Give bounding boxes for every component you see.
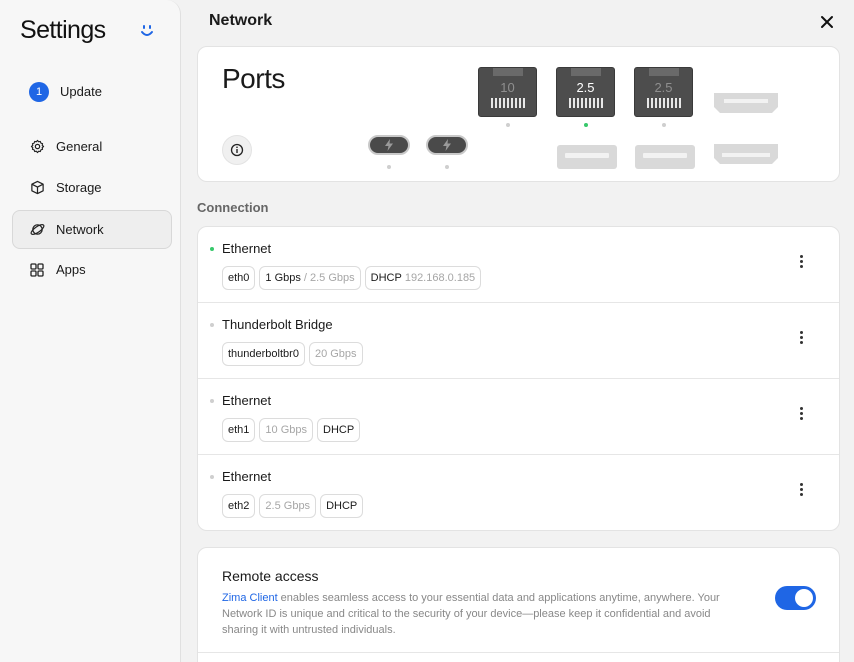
- connection-status-dot: [210, 323, 214, 327]
- description-text: enables seamless access to your essentia…: [222, 592, 720, 636]
- usb-port: [557, 145, 617, 169]
- more-options-icon[interactable]: [796, 483, 806, 501]
- remote-access-toggle[interactable]: [775, 586, 816, 610]
- ports-card: Ports 10 2.5 2.5: [197, 46, 840, 182]
- port-status-dot: [662, 123, 666, 127]
- sidebar-item-label: General: [56, 139, 103, 154]
- connection-row[interactable]: Thunderbolt Bridge thunderboltbr0 20 Gbp…: [198, 303, 839, 379]
- update-count-badge: 1: [29, 81, 49, 102]
- speed-chip: 10 Gbps: [259, 418, 314, 442]
- sidebar-item-general[interactable]: General: [12, 127, 172, 166]
- connection-row[interactable]: Ethernet eth2 2.5 Gbps DHCP: [198, 455, 839, 531]
- planet-icon: [29, 222, 45, 238]
- sidebar-item-label: Network: [56, 222, 104, 237]
- ethernet-port: 10: [478, 67, 537, 117]
- speed-chip: 20 Gbps: [308, 342, 363, 366]
- port-speed-label: 10: [500, 80, 515, 95]
- dhcp-label: DHCP: [370, 272, 402, 284]
- sidebar-item-label: Apps: [56, 262, 86, 277]
- hdmi-port: [714, 144, 778, 164]
- sidebar-item-label: Update: [60, 84, 102, 99]
- sidebar-item-update[interactable]: 1 Update: [12, 72, 172, 111]
- info-icon: [230, 143, 244, 157]
- port-speed-label: 2.5: [576, 80, 595, 95]
- interface-chip: thunderboltbr0: [222, 342, 305, 366]
- connection-name: Ethernet: [222, 393, 272, 408]
- more-options-icon[interactable]: [796, 255, 806, 273]
- max-speed-value: / 2.5 Gbps: [303, 272, 355, 284]
- ethernet-port: 2.5: [634, 67, 693, 117]
- lightning-icon: [385, 139, 393, 151]
- connection-status-dot: [210, 475, 214, 479]
- port-status-dot: [584, 123, 588, 127]
- thunderbolt-port: [368, 135, 410, 155]
- connection-name: Ethernet: [222, 241, 272, 256]
- port-speed-label: 2.5: [654, 80, 673, 95]
- connection-status-dot: [210, 399, 214, 403]
- port-status-dot: [445, 165, 449, 169]
- close-icon[interactable]: [819, 14, 835, 30]
- gear-icon: [29, 139, 45, 155]
- connection-list: Ethernet eth0 1 Gbps / 2.5 Gbps DHCP 192…: [197, 226, 840, 531]
- remote-access-description: Zima Client enables seamless access to y…: [222, 590, 747, 638]
- interface-chip: eth1: [222, 418, 256, 442]
- connection-status-dot: [210, 247, 214, 251]
- more-options-icon[interactable]: [796, 407, 806, 425]
- remote-access-card: Remote access Zima Client enables seamle…: [197, 547, 840, 662]
- smiley-logo-icon: [141, 25, 153, 36]
- remote-access-title: Remote access: [222, 568, 319, 584]
- divider: [198, 652, 839, 653]
- usb-port: [635, 145, 695, 169]
- sidebar-item-label: Storage: [56, 180, 102, 195]
- speed-chip: 1 Gbps / 2.5 Gbps: [259, 266, 361, 290]
- page-title: Network: [209, 12, 273, 29]
- speed-value: 1 Gbps: [265, 272, 301, 284]
- info-button[interactable]: [222, 135, 252, 165]
- cube-icon: [29, 180, 45, 196]
- zima-client-link[interactable]: Zima Client: [222, 592, 278, 604]
- ethernet-port: 2.5: [556, 67, 615, 117]
- dhcp-chip: DHCP: [320, 494, 364, 518]
- ports-title: Ports: [222, 63, 285, 94]
- connection-name: Thunderbolt Bridge: [222, 317, 333, 332]
- more-options-icon[interactable]: [796, 331, 806, 349]
- speed-chip: 2.5 Gbps: [259, 494, 317, 518]
- interface-chip: eth2: [222, 494, 256, 518]
- port-status-dot: [506, 123, 510, 127]
- connection-section-label: Connection: [197, 200, 269, 215]
- dhcp-chip: DHCP: [317, 418, 361, 442]
- lightning-icon: [443, 139, 451, 151]
- port-status-dot: [387, 165, 391, 169]
- sidebar-item-network[interactable]: Network: [12, 210, 172, 249]
- interface-chip: eth0: [222, 266, 256, 290]
- connection-row[interactable]: Ethernet eth0 1 Gbps / 2.5 Gbps DHCP 192…: [198, 227, 839, 303]
- sidebar: Settings 1 Update General Storage Networ…: [0, 0, 181, 662]
- sidebar-item-storage[interactable]: Storage: [12, 168, 172, 207]
- grid-icon: [29, 262, 45, 278]
- hdmi-port: [714, 93, 778, 113]
- connection-name: Ethernet: [222, 469, 272, 484]
- app-title: Settings: [20, 16, 106, 44]
- connection-row[interactable]: Ethernet eth1 10 Gbps DHCP: [198, 379, 839, 455]
- ip-address: 192.168.0.185: [404, 272, 476, 284]
- dhcp-chip: DHCP 192.168.0.185: [364, 266, 482, 290]
- sidebar-item-apps[interactable]: Apps: [12, 250, 172, 289]
- thunderbolt-port: [426, 135, 468, 155]
